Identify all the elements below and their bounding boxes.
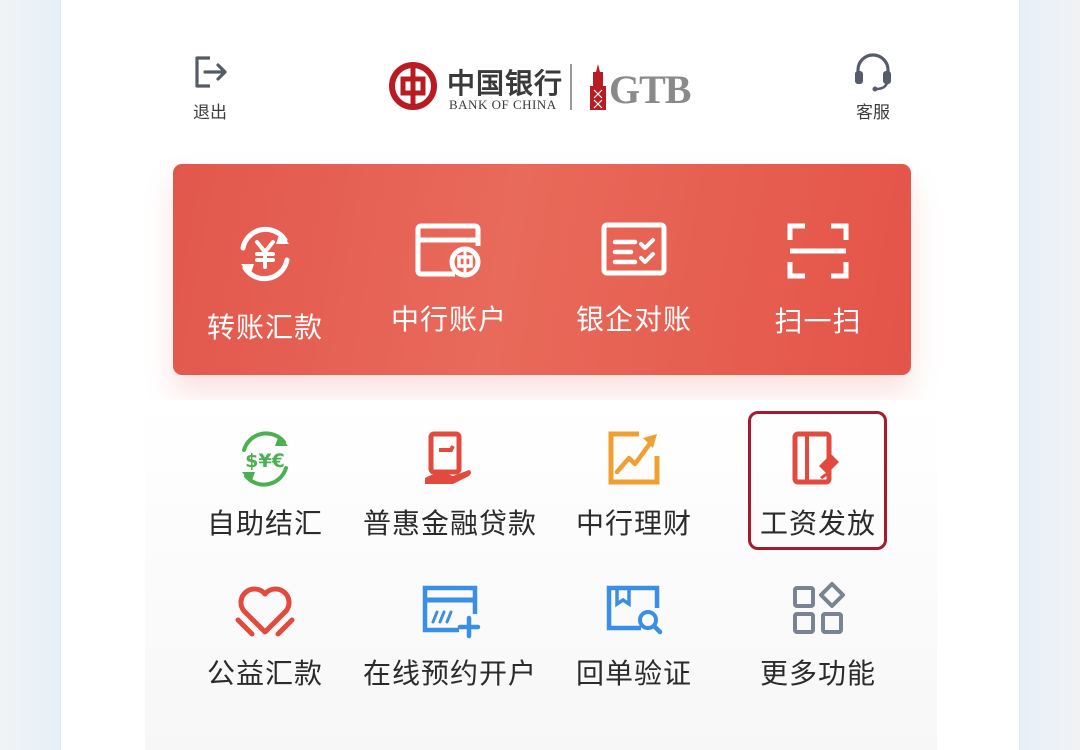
service-label: 普惠金融贷款 (362, 507, 537, 540)
account-card-icon (415, 223, 481, 278)
app-screen: 退出 中国银行 BANK OF CHINA GTB 客服 转账汇款 中行账户 银… (60, 0, 1020, 750)
quick-action-account[interactable]: 中行账户 (357, 222, 541, 338)
reconcile-icon (601, 222, 667, 276)
boc-emblem-icon (389, 62, 437, 110)
receipt-verify-icon (606, 585, 663, 635)
scan-icon (787, 223, 849, 279)
online-account-icon (422, 585, 481, 639)
service-label: 中行理财 (575, 507, 692, 540)
service-wealth[interactable]: 中行理财 (539, 428, 729, 542)
service-online-account[interactable]: 在线预约开户 (355, 580, 545, 692)
charity-heart-icon (235, 586, 295, 637)
customer-service-label: 客服 (856, 103, 890, 123)
gtb-wordmark: GTB (609, 67, 691, 112)
service-self-fx[interactable]: $¥€ 自助结汇 (170, 428, 360, 542)
quick-action-label: 扫一扫 (774, 305, 862, 338)
svg-text:$¥€: $¥€ (245, 450, 285, 472)
customer-service-button[interactable]: 客服 (833, 52, 913, 123)
service-label: 自助结汇 (206, 507, 323, 540)
yuan-transfer-icon (240, 226, 290, 282)
more-apps-icon (793, 582, 845, 634)
logout-label: 退出 (193, 103, 227, 123)
service-label: 更多功能 (759, 657, 876, 690)
quick-action-transfer[interactable]: 转账汇款 (173, 222, 357, 346)
quick-action-reconcile[interactable]: 银企对账 (542, 222, 726, 338)
logout-button[interactable]: 退出 (170, 52, 250, 123)
quick-action-label: 转账汇款 (206, 311, 323, 344)
tower-icon (590, 64, 606, 110)
selected-highlight (748, 411, 887, 550)
loan-document-icon (425, 431, 471, 484)
service-more[interactable]: 更多功能 (723, 580, 913, 692)
right-backdrop (1020, 0, 1080, 750)
left-backdrop (0, 0, 60, 750)
quick-action-label: 中行账户 (390, 303, 507, 336)
service-label: 回单验证 (575, 657, 692, 690)
service-label: 公益汇款 (206, 657, 323, 690)
logo-divider (570, 64, 572, 110)
service-inclusive-loan[interactable]: 普惠金融贷款 (355, 428, 545, 542)
quick-action-scan[interactable]: 扫一扫 (726, 222, 910, 340)
logout-icon (195, 56, 227, 88)
currency-exchange-icon: $¥€ (242, 431, 288, 487)
quick-action-label: 银企对账 (575, 303, 692, 336)
bank-logo: 中国银行 BANK OF CHINA GTB (389, 60, 699, 116)
wealth-chart-icon (608, 431, 660, 485)
bank-name-cn: 中国银行 (447, 67, 564, 100)
quick-actions-card: 转账汇款 中行账户 银企对账 扫一扫 (173, 164, 911, 375)
service-charity[interactable]: 公益汇款 (170, 580, 360, 692)
bank-name-en: BANK OF CHINA (449, 97, 557, 112)
service-label: 在线预约开户 (362, 657, 537, 690)
headset-icon (855, 53, 891, 92)
service-receipt-verify[interactable]: 回单验证 (539, 580, 729, 692)
